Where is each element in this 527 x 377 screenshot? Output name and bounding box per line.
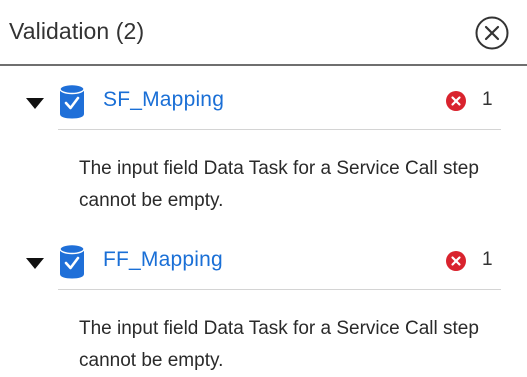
error-count: 1 — [482, 89, 493, 110]
error-x-icon — [446, 251, 466, 271]
error-count: 1 — [482, 249, 493, 270]
error-x-icon — [446, 91, 466, 111]
chevron-down-icon[interactable] — [26, 257, 44, 269]
validation-panel: Validation (2) SF_Mapping 1 The input fi… — [0, 0, 527, 377]
validation-message: The input field Data Task for a Service … — [79, 318, 479, 371]
validation-item-row: FF_Mapping 1 — [0, 243, 527, 291]
validation-message: The input field Data Task for a Service … — [79, 158, 479, 211]
panel-header: Validation (2) — [0, 0, 527, 66]
panel-title: Validation (2) — [9, 18, 145, 44]
validation-item-row: SF_Mapping 1 — [0, 83, 527, 131]
row-divider — [58, 289, 501, 290]
mapping-database-icon — [59, 83, 85, 119]
mapping-link[interactable]: FF_Mapping — [103, 248, 223, 272]
chevron-down-icon[interactable] — [26, 97, 44, 109]
row-divider — [58, 129, 501, 130]
close-icon[interactable] — [474, 15, 510, 51]
mapping-link[interactable]: SF_Mapping — [103, 88, 224, 112]
mapping-database-icon — [59, 243, 85, 279]
